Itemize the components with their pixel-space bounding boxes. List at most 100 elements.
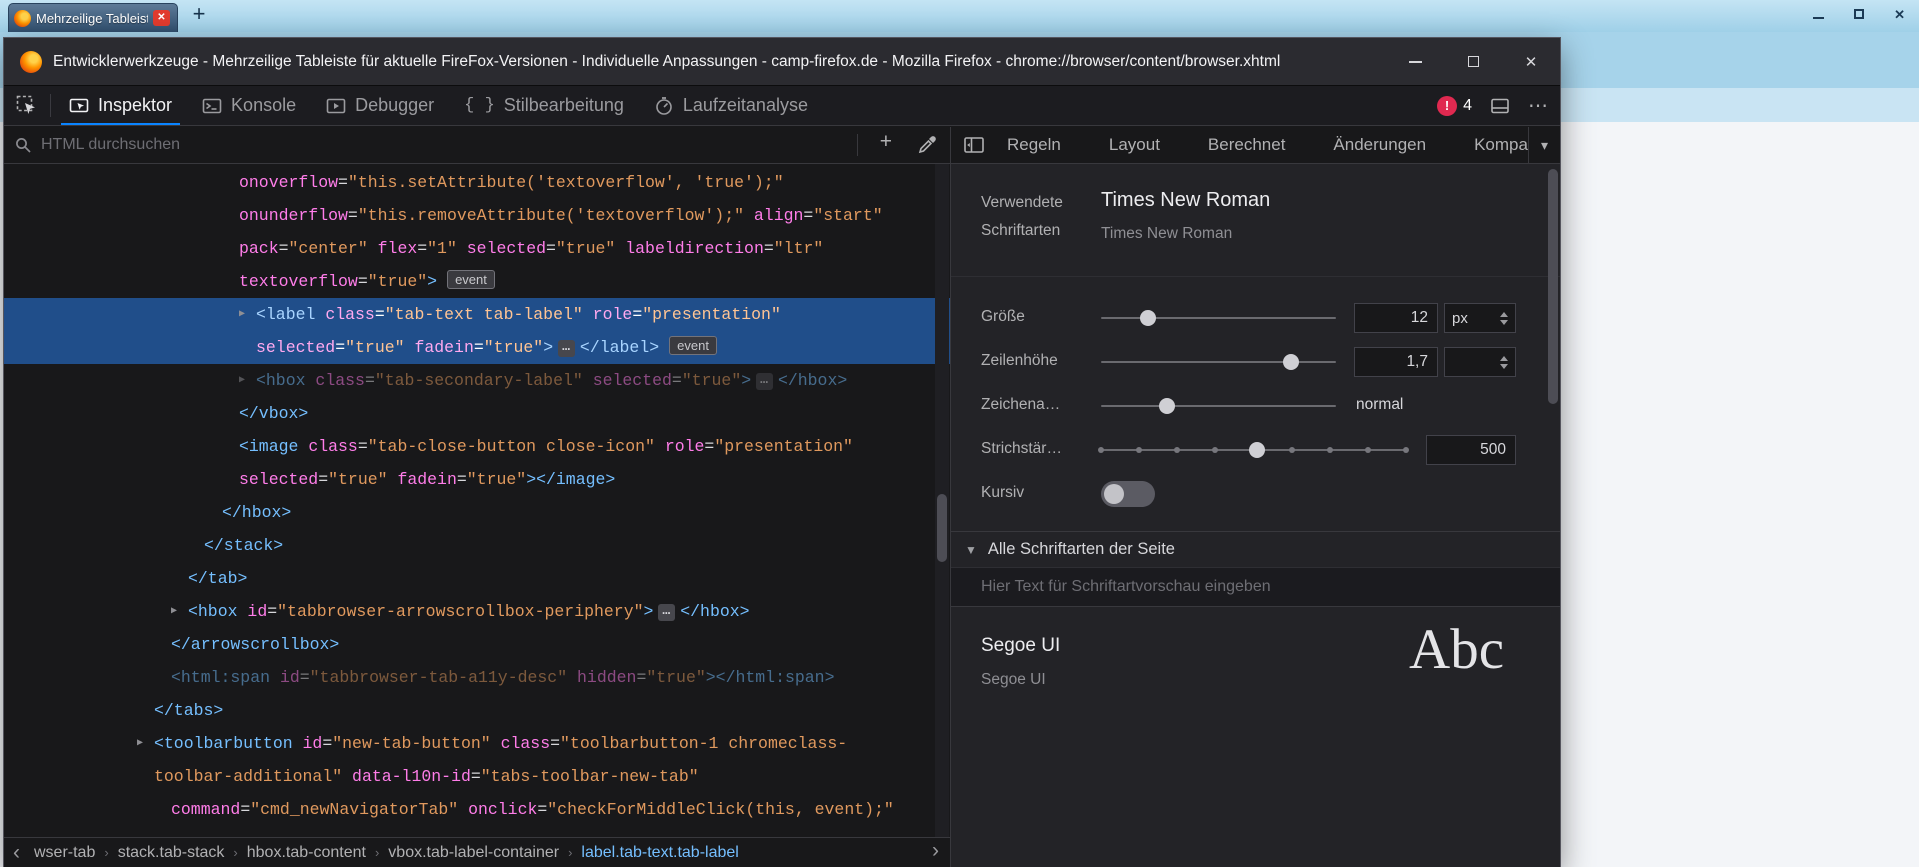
sidebar-tab-layout[interactable]: Layout: [1109, 135, 1160, 155]
markup-line[interactable]: </arrowscrollbox>: [4, 628, 950, 661]
font-size-input[interactable]: [1354, 303, 1438, 333]
breadcrumb-item[interactable]: wser-tab: [27, 844, 102, 862]
tab-konsole[interactable]: Konsole: [190, 86, 308, 125]
sidebar-tab-aenderungen[interactable]: Änderungen: [1333, 135, 1426, 155]
markup-line[interactable]: </tab>: [4, 562, 950, 595]
font-weight-input[interactable]: [1426, 435, 1516, 465]
browser-tab[interactable]: Mehrzeilige Tableist ✕: [8, 3, 178, 32]
font-weight-slider[interactable]: [1101, 442, 1406, 458]
code-token: </arrowscrollbox>: [171, 635, 339, 654]
element-picker-button[interactable]: [4, 86, 50, 125]
italic-toggle[interactable]: [1101, 481, 1155, 507]
eyedropper-button[interactable]: [916, 134, 938, 156]
slider-track: [1101, 361, 1336, 363]
event-badge[interactable]: event: [447, 270, 495, 289]
maximize-button[interactable]: [1444, 38, 1502, 85]
inline-text-ellipsis[interactable]: …: [756, 373, 773, 390]
markup-line[interactable]: toolbar-additional" data-l10n-id="tabs-t…: [4, 760, 950, 793]
spinner-icon[interactable]: [1500, 312, 1508, 325]
markup-line[interactable]: ▶<hbox id="tabbrowser-arrowscrollbox-per…: [4, 595, 950, 628]
markup-line[interactable]: pack="center" flex="1" selected="true" l…: [4, 232, 950, 265]
code-token: </hbox>: [680, 602, 749, 621]
tab-debugger[interactable]: Debugger: [314, 86, 446, 125]
slider-thumb[interactable]: [1159, 398, 1175, 414]
markup-line[interactable]: selected="true" fadein="true"></image>: [4, 463, 950, 496]
code-token: textoverflow: [239, 272, 358, 291]
breadcrumb-item[interactable]: stack.tab-stack: [111, 844, 232, 862]
markup-line[interactable]: textoverflow="true">event: [4, 265, 950, 298]
markup-line[interactable]: command="cmd_newNavigatorTab" onclick="c…: [4, 793, 950, 826]
inspector-icon: [69, 96, 89, 116]
expand-arrow-icon[interactable]: ▶: [137, 727, 143, 760]
sidebar-tab-berechnet[interactable]: Berechnet: [1208, 135, 1286, 155]
slider-thumb[interactable]: [1283, 354, 1299, 370]
markup-line[interactable]: selected="true" fadein="true">…</label>e…: [4, 331, 950, 364]
expand-arrow-icon[interactable]: ▶: [239, 298, 245, 331]
inline-text-ellipsis[interactable]: …: [558, 340, 575, 357]
error-count-button[interactable]: ! 4: [1437, 96, 1472, 116]
markup-line[interactable]: ▶<toolbarbutton id="new-tab-button" clas…: [4, 727, 950, 760]
event-badge[interactable]: event: [669, 336, 717, 355]
line-height-input[interactable]: [1354, 347, 1438, 377]
all-fonts-section-header[interactable]: ▼ Alle Schriftarten der Seite: [951, 531, 1560, 567]
line-height-row: Zeilenhöhe: [951, 340, 1560, 384]
search-input[interactable]: [41, 136, 940, 154]
line-height-unit-select[interactable]: [1444, 347, 1516, 377]
slider-thumb[interactable]: [1249, 442, 1265, 458]
code-token: >: [741, 371, 751, 390]
close-button[interactable]: ✕: [1502, 38, 1560, 85]
expand-arrow-icon[interactable]: ▶: [171, 595, 177, 628]
font-size-slider[interactable]: [1101, 310, 1336, 326]
markup-line[interactable]: ▶<hbox class="tab-secondary-label" selec…: [4, 364, 950, 397]
breadcrumb-scroll-left[interactable]: ‹: [8, 840, 25, 866]
code-token: selected: [593, 371, 672, 390]
twisty-down-icon[interactable]: ▼: [965, 543, 977, 557]
minimize-button[interactable]: [1386, 38, 1444, 85]
screen: Mehrzeilige Tableist ✕ + ✕ Entwicklerwer…: [0, 0, 1919, 867]
close-button[interactable]: ✕: [1894, 7, 1905, 23]
devtools-toolbar: Inspektor Konsole Debugger { } S: [4, 86, 1560, 126]
sidebar-tab-regeln[interactable]: Regeln: [1007, 135, 1061, 155]
markup-scrollbar[interactable]: [935, 164, 949, 837]
code-token: =: [358, 272, 368, 291]
code-token: class: [501, 734, 551, 753]
markup-line[interactable]: onunderflow="this.removeAttribute('texto…: [4, 199, 950, 232]
markup-line[interactable]: ▶<label class="tab-text tab-label" role=…: [4, 298, 950, 331]
tab-stilbearbeitung[interactable]: { } Stilbearbeitung: [452, 86, 636, 125]
new-tab-button[interactable]: +: [186, 1, 212, 27]
minimize-button[interactable]: [1813, 6, 1824, 24]
line-height-slider[interactable]: [1101, 354, 1336, 370]
markup-line[interactable]: <image class="tab-close-button close-ico…: [4, 430, 950, 463]
breadcrumb-item[interactable]: label.tab-text.tab-label: [574, 844, 745, 862]
breadcrumb-scroll-right[interactable]: ›: [927, 838, 944, 864]
markup-line[interactable]: onoverflow="this.setAttribute('textoverf…: [4, 166, 950, 199]
markup-line[interactable]: </tabs>: [4, 694, 950, 727]
three-pane-toggle-button[interactable]: [963, 134, 985, 156]
code-token: [238, 602, 248, 621]
markup-line[interactable]: </vbox>: [4, 397, 950, 430]
markup-line[interactable]: </hbox>: [4, 496, 950, 529]
maximize-button[interactable]: [1854, 6, 1864, 24]
split-console-icon[interactable]: [1490, 96, 1510, 116]
sidebar-tabs-overflow-button[interactable]: ▾: [1528, 127, 1560, 163]
spinner-icon[interactable]: [1500, 356, 1508, 369]
breadcrumb-item[interactable]: vbox.tab-label-container: [381, 844, 566, 862]
font-size-unit-select[interactable]: px: [1444, 303, 1516, 333]
expand-arrow-icon[interactable]: ▶: [239, 364, 245, 397]
font-preview-input[interactable]: [951, 578, 1560, 596]
tab-laufzeitanalyse[interactable]: Laufzeitanalyse: [642, 86, 820, 125]
scrollbar-thumb[interactable]: [937, 494, 947, 562]
line-height-label: Zeilenhöhe: [981, 352, 1093, 370]
breadcrumb-item[interactable]: hbox.tab-content: [240, 844, 373, 862]
tab-inspektor[interactable]: Inspektor: [57, 86, 184, 125]
slider-thumb[interactable]: [1140, 310, 1156, 326]
meatball-menu-button[interactable]: ⋯: [1528, 93, 1550, 118]
code-token: id: [303, 734, 323, 753]
markup-line[interactable]: <html:span id="tabbrowser-tab-a11y-desc"…: [4, 661, 950, 694]
markup-line[interactable]: </stack>: [4, 529, 950, 562]
new-node-button[interactable]: +: [880, 130, 892, 154]
sidebar-scrollbar-thumb[interactable]: [1548, 169, 1558, 404]
tab-close-button[interactable]: ✕: [153, 10, 170, 26]
letter-spacing-slider[interactable]: [1101, 398, 1336, 414]
inline-text-ellipsis[interactable]: …: [658, 604, 675, 621]
